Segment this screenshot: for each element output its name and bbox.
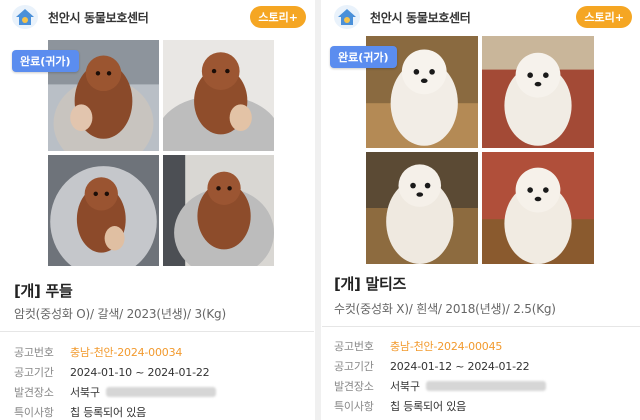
story-button[interactable]: 스토리+: [576, 6, 632, 28]
pet-photo[interactable]: [163, 40, 274, 151]
status-badge: 완료(귀가): [330, 46, 397, 68]
info-label: 공고번호: [14, 346, 54, 359]
animal-title: [개] 말티즈: [334, 275, 407, 293]
info-label: 공고번호: [334, 340, 374, 353]
notice-info: 공고번호 충남-천안-2024-00034 공고기간 2024-01-10 ~ …: [14, 342, 216, 420]
notice-period: 2024-01-12 ~ 2024-01-22: [390, 359, 530, 373]
card-separator: [315, 0, 321, 420]
story-button[interactable]: 스토리+: [250, 6, 306, 28]
animal-description: 수컷(중성화 X)/ 흰색/ 2018(년생)/ 2.5(Kg): [334, 302, 556, 316]
info-label: 공고기간: [14, 366, 54, 379]
org-name: 천안시 동물보호센터: [48, 10, 149, 25]
card-header: 천안시 동물보호센터 스토리+: [334, 4, 632, 30]
divider: [322, 326, 640, 327]
pet-photo[interactable]: [482, 152, 594, 264]
status-badge: 완료(귀가): [12, 50, 79, 72]
animal-title: [개] 푸들: [14, 282, 73, 300]
info-label: 특이사항: [14, 406, 54, 419]
notice-number: 충남-천안-2024-00045: [390, 340, 503, 353]
info-row-notice-number: 공고번호 충남-천안-2024-00045: [334, 336, 546, 356]
pet-photo[interactable]: [482, 36, 594, 148]
info-label: 발견장소: [14, 386, 54, 399]
info-label: 공고기간: [334, 360, 374, 373]
pet-photo[interactable]: [366, 152, 478, 264]
animal-card-poodle[interactable]: 천안시 동물보호센터 스토리+ 완료(귀가) [개] 푸들 암컷(중성화 O)/…: [0, 0, 314, 420]
pet-photo[interactable]: [48, 155, 159, 266]
notice-period: 2024-01-10 ~ 2024-01-22: [70, 365, 210, 379]
card-header: 천안시 동물보호센터 스토리+: [12, 4, 306, 30]
info-row-notes: 특이사항 칩 등록되어 있음: [14, 402, 216, 420]
info-row-found-location: 발견장소 서북구: [334, 376, 546, 396]
divider: [0, 331, 314, 332]
info-row-notice-period: 공고기간 2024-01-12 ~ 2024-01-22: [334, 356, 546, 376]
house-icon: [12, 5, 38, 29]
notice-info: 공고번호 충남-천안-2024-00045 공고기간 2024-01-12 ~ …: [334, 336, 546, 416]
redacted-address: [425, 381, 546, 391]
info-label: 발견장소: [334, 380, 374, 393]
special-notes: 칩 등록되어 있음: [390, 400, 467, 413]
info-row-notes: 특이사항 칩 등록되어 있음: [334, 396, 546, 416]
found-location: 서북구: [390, 380, 420, 393]
photo-grid[interactable]: [366, 36, 594, 264]
found-location: 서북구: [70, 386, 100, 399]
notice-number: 충남-천안-2024-00034: [70, 346, 183, 359]
animal-description: 암컷(중성화 O)/ 갈색/ 2023(년생)/ 3(Kg): [14, 307, 226, 321]
redacted-address: [105, 387, 216, 397]
house-icon: [334, 5, 360, 29]
info-row-notice-period: 공고기간 2024-01-10 ~ 2024-01-22: [14, 362, 216, 382]
special-notes: 칩 등록되어 있음: [70, 406, 147, 419]
pet-photo[interactable]: [163, 155, 274, 266]
info-row-notice-number: 공고번호 충남-천안-2024-00034: [14, 342, 216, 362]
org-name: 천안시 동물보호센터: [370, 10, 471, 25]
animal-card-maltese[interactable]: 천안시 동물보호센터 스토리+ 완료(귀가) [개] 말티즈 수컷(중성화 X)…: [322, 0, 640, 420]
info-label: 특이사항: [334, 400, 374, 413]
photo-grid[interactable]: [48, 40, 274, 266]
info-row-found-location: 발견장소 서북구: [14, 382, 216, 402]
